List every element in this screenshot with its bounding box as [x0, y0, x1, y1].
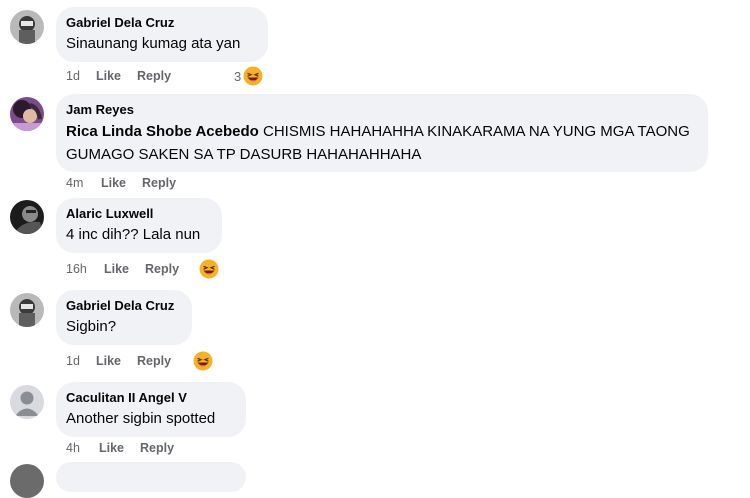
comment-time[interactable]: 4h [66, 441, 99, 455]
like-button[interactable]: Like [104, 262, 129, 276]
comment-text: Sigbin? [66, 318, 117, 335]
haha-emoji-icon [199, 259, 219, 279]
reply-button[interactable]: Reply [140, 441, 174, 455]
avatar[interactable] [10, 464, 44, 498]
comment-actions: 4h Like Reply [66, 439, 174, 457]
like-button[interactable]: Like [99, 441, 124, 455]
comment-author[interactable]: Alaric Luxwell [66, 206, 210, 222]
comment-bubble: Caculitan II Angel V Another sigbin spot… [56, 382, 246, 437]
reaction-summary[interactable] [199, 259, 219, 279]
reaction-summary[interactable]: 3 [234, 66, 263, 86]
reply-button[interactable]: Reply [137, 354, 171, 368]
reaction-summary[interactable] [193, 351, 213, 371]
comment-time[interactable]: 1d [66, 69, 96, 83]
profile-photo-icon [10, 10, 44, 44]
comment-time[interactable]: 1d [66, 354, 96, 368]
profile-photo-icon [10, 200, 44, 234]
comment-time[interactable]: 4m [66, 176, 101, 190]
comment-author[interactable]: Jam Reyes [66, 102, 696, 118]
comment-bubble [56, 462, 246, 492]
comment-author[interactable]: Gabriel Dela Cruz [66, 15, 256, 31]
comment-author[interactable]: Caculitan II Angel V [66, 390, 234, 406]
reply-button[interactable]: Reply [137, 69, 171, 83]
avatar[interactable] [10, 385, 44, 419]
comment-bubble: Gabriel Dela Cruz Sigbin? [56, 290, 192, 345]
comment-time[interactable]: 16h [66, 262, 104, 276]
reply-button[interactable]: Reply [145, 262, 179, 276]
comment-actions: 4m Like Reply [66, 174, 176, 192]
like-button[interactable]: Like [101, 176, 126, 190]
like-button[interactable]: Like [96, 69, 121, 83]
comment-bubble: Jam Reyes Rica Linda Shobe Acebedo CHISM… [56, 94, 708, 172]
avatar[interactable] [10, 293, 44, 327]
next-comment-partial [0, 462, 750, 498]
like-button[interactable]: Like [96, 354, 121, 368]
haha-emoji-icon [193, 351, 213, 371]
comment-author[interactable]: Gabriel Dela Cruz [66, 298, 180, 314]
comment-actions: 16h Like Reply [66, 260, 179, 278]
comment-text: Rica Linda Shobe Acebedo CHISMIS HAHAHAH… [66, 120, 696, 166]
reaction-count: 3 [234, 68, 242, 84]
avatar[interactable] [10, 97, 44, 131]
comment-text: Another sigbin spotted [66, 410, 216, 427]
mention-link[interactable]: Rica Linda Shobe Acebedo [66, 123, 259, 140]
comment-text: Sinaunang kumag ata yan [66, 35, 241, 52]
comment-text: 4 inc dih?? Lala nun [66, 226, 201, 243]
avatar[interactable] [10, 10, 44, 44]
profile-photo-icon [10, 293, 44, 327]
profile-photo-icon [10, 97, 44, 131]
comment-bubble: Alaric Luxwell 4 inc dih?? Lala nun [56, 198, 222, 253]
reply-button[interactable]: Reply [142, 176, 176, 190]
haha-emoji-icon [243, 66, 263, 86]
comment-actions: 1d Like Reply [66, 67, 171, 85]
comment-bubble: Gabriel Dela Cruz Sinaunang kumag ata ya… [56, 7, 268, 62]
comment-actions: 1d Like Reply [66, 352, 171, 370]
avatar[interactable] [10, 200, 44, 234]
default-avatar-icon [10, 385, 44, 419]
